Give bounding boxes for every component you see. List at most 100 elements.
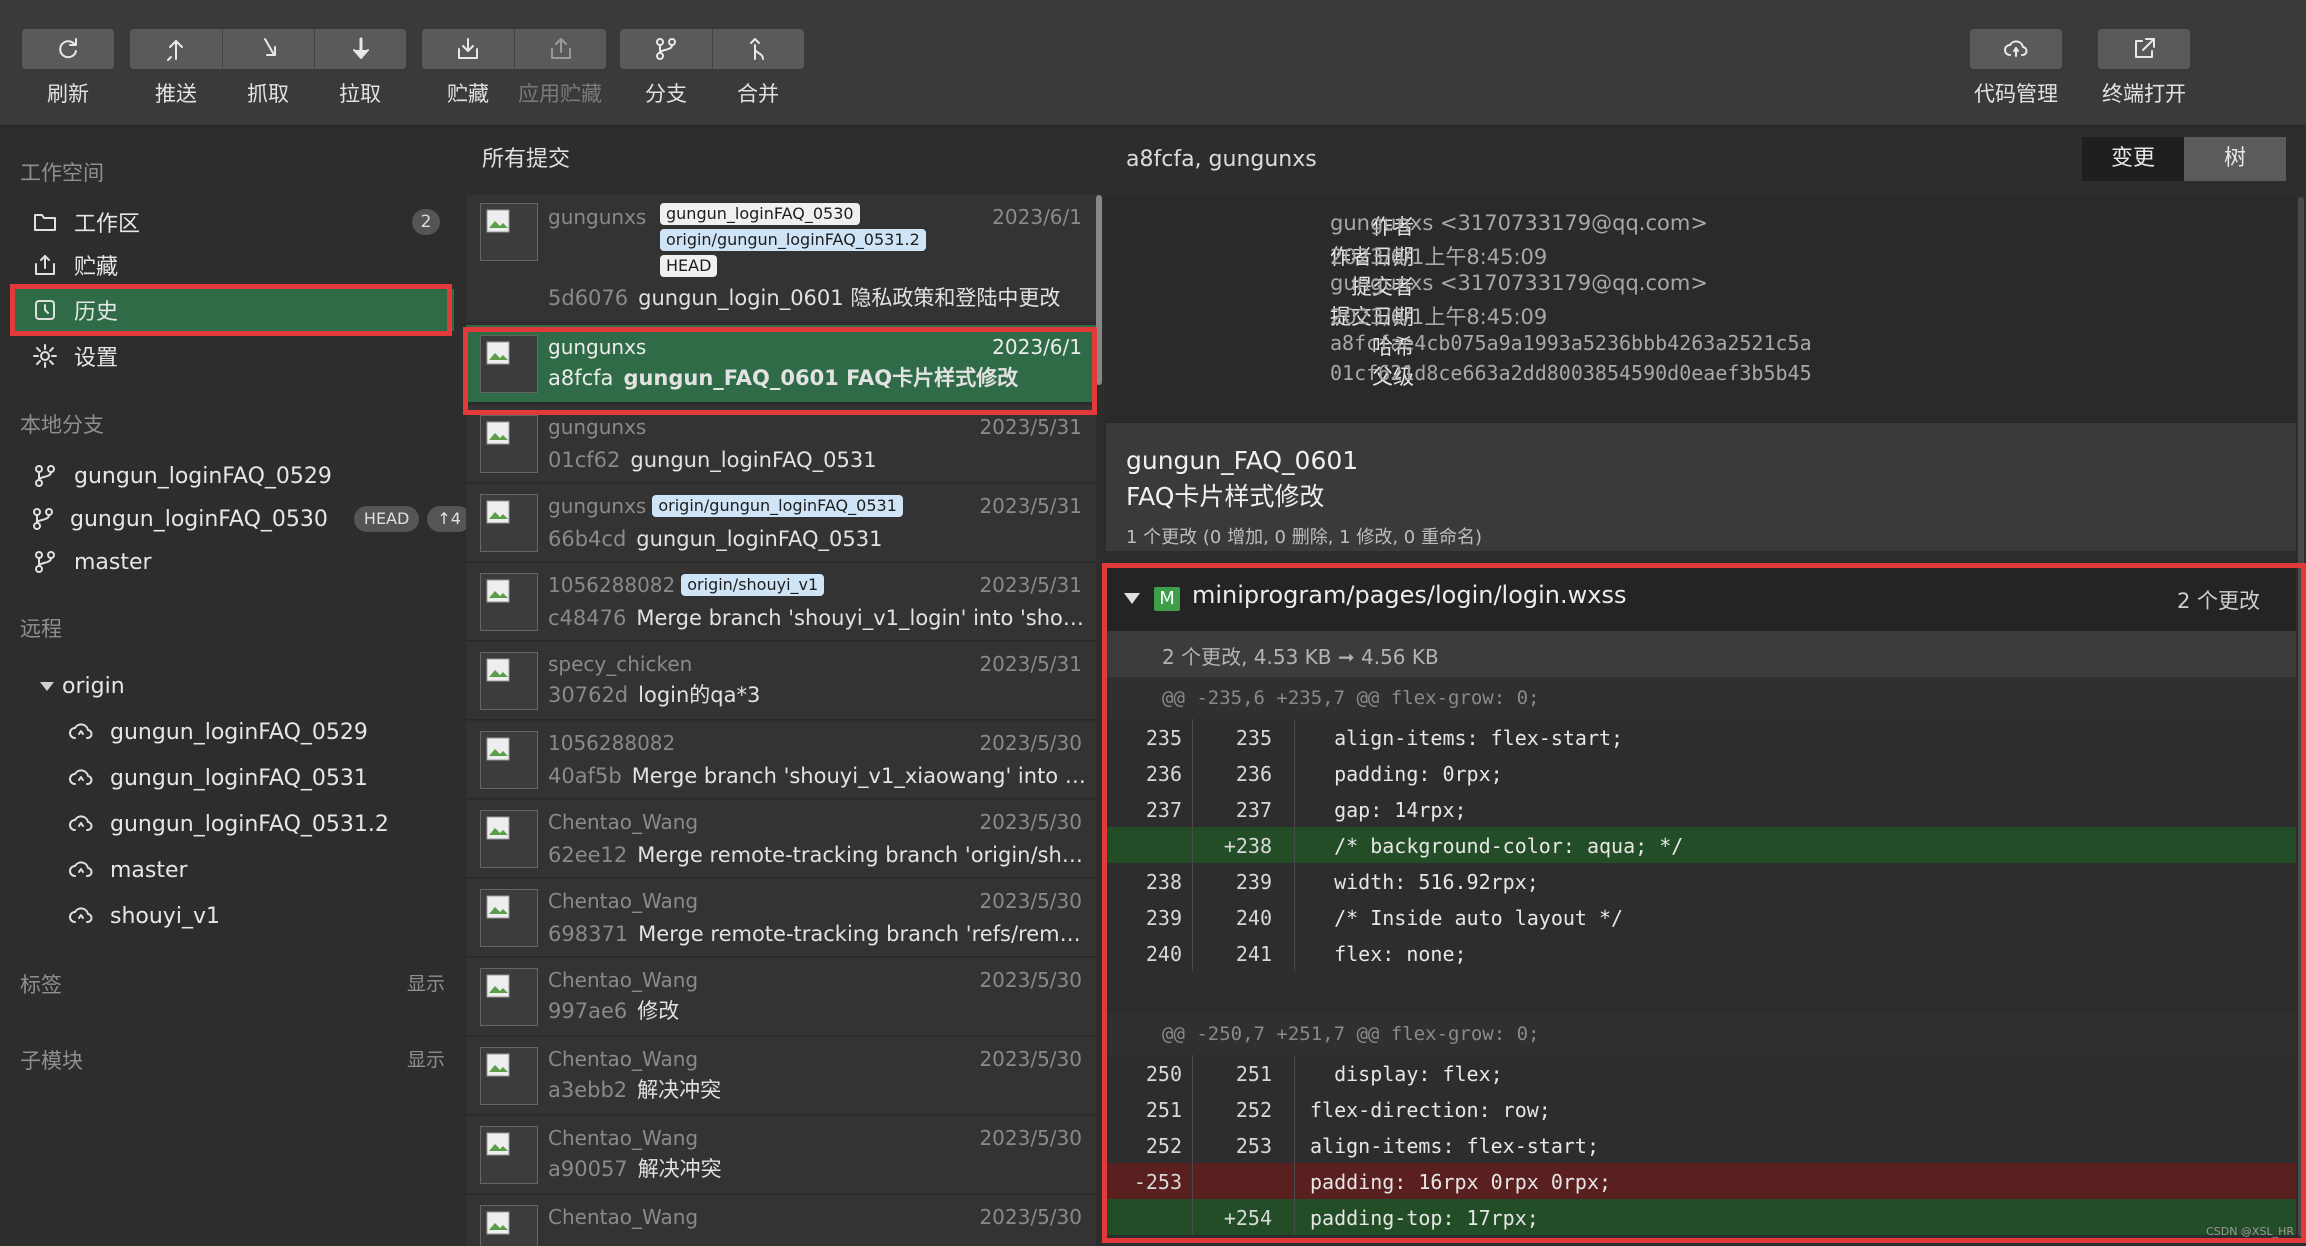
fetch-icon xyxy=(263,38,276,56)
commit-hash: a90057 xyxy=(548,1157,628,1181)
sidebar-item-stash[interactable]: 贮藏 xyxy=(14,244,454,286)
avatar xyxy=(480,968,538,1026)
commit-message-line: 66b4cd gungun_loginFAQ_0531 xyxy=(548,527,1088,551)
broken-image-icon xyxy=(486,816,510,840)
commit-row[interactable]: Chentao_Wang 2023/5/30 a90057 解决冲突 xyxy=(466,1116,1096,1194)
code-management-button[interactable]: 代码管理 xyxy=(1970,29,2062,108)
commit-message: gungun_login_0601 隐私政策和登陆中更改 xyxy=(638,286,1061,310)
broken-image-icon xyxy=(486,421,510,445)
commit-row[interactable]: gungunxs gungun_loginFAQ_0530 origin/gun… xyxy=(466,195,1096,323)
remote-branch-item[interactable]: shouyi_v1 xyxy=(50,895,450,937)
cloud-icon xyxy=(66,855,96,885)
broken-image-icon xyxy=(486,895,510,919)
local-branch-item[interactable]: gungun_loginFAQ_0529 xyxy=(14,455,454,497)
commit-message-line: 62ee12 Merge remote-tracking branch 'orig… xyxy=(548,843,1088,867)
pull-button[interactable]: 拉取 xyxy=(314,29,406,108)
fetch-button[interactable]: 抓取 xyxy=(222,29,314,108)
remote-branch-item[interactable]: gungun_loginFAQ_0529 xyxy=(50,711,450,753)
meta-row-parent: 父级 01cf621d8ce663a2dd8003854590d0eaef3b5… xyxy=(1106,361,2296,391)
sidebar-item-worktree[interactable]: 工作区 2 xyxy=(14,201,454,243)
terminal-open-button[interactable]: 终端打开 xyxy=(2098,29,2190,108)
diff-spacer xyxy=(1106,971,2296,1013)
sidebar-item-settings[interactable]: 设置 xyxy=(14,335,454,377)
commit-date: 2023/6/1 xyxy=(992,205,1082,229)
commit-row[interactable]: Chentao_Wang 2023/5/30 62ee12 Merge remot… xyxy=(466,800,1096,878)
remote-branch-item[interactable]: gungun_loginFAQ_0531 xyxy=(50,757,450,799)
commit-row[interactable]: 1056288082 origin/shouyi_v1 2023/5/31 c48… xyxy=(466,563,1096,641)
tree-view-button[interactable]: 树 xyxy=(2184,137,2286,181)
commit-hash: 997ae6 xyxy=(548,999,628,1023)
commit-author: specy_chicken xyxy=(548,652,693,676)
commit-hash: a3ebb2 xyxy=(548,1078,628,1102)
commit-hash: c48476 xyxy=(548,606,627,630)
toolbar-group-refresh: 刷新 xyxy=(22,29,114,108)
tags-show-link[interactable]: 显示 xyxy=(407,969,445,996)
commit-row[interactable]: Chentao_Wang 2023/5/30 997ae6 修改 xyxy=(466,958,1096,1036)
diff-hunk-header: @@ -235,6 +235,7 @@ flex-grow: 0; xyxy=(1106,677,2296,719)
local-branch-item[interactable]: master xyxy=(14,541,454,583)
commit-message: login的qa*3 xyxy=(638,683,761,707)
pull-icon xyxy=(352,37,369,59)
commit-hash: 01cf62 xyxy=(548,448,621,472)
collapse-caret-icon[interactable] xyxy=(1124,593,1140,604)
avatar xyxy=(480,1205,538,1246)
commit-hash: 30762d xyxy=(548,683,629,707)
ahead-count-badge: ↑4 xyxy=(427,506,471,532)
commit-row[interactable]: Chentao_Wang 2023/5/30 a3ebb2 解决冲突 xyxy=(466,1037,1096,1115)
commit-row[interactable]: gungunxs origin/gungun_loginFAQ_0531 2023… xyxy=(466,484,1096,562)
meta-row-author-date: 作者日期 2023/6/1上午8:45:09 xyxy=(1106,241,2296,271)
remote-branch-item[interactable]: gungun_loginFAQ_0531.2 xyxy=(50,803,450,845)
view-toggle: 变更 树 xyxy=(2082,137,2286,181)
branch-button[interactable]: 分支 xyxy=(620,29,712,108)
broken-image-icon xyxy=(486,1132,510,1156)
sidebar-item-history[interactable]: 历史 xyxy=(14,289,454,331)
commit-message-line: a8fcfa gungun_FAQ_0601 FAQ卡片样式修改 xyxy=(548,362,1088,392)
remote-branch-item[interactable]: master xyxy=(50,849,450,891)
commit-list-panel: 所有提交 gungunxs gungun_loginFAQ_0530 origi… xyxy=(466,127,1104,1246)
stash-button[interactable]: 贮藏 xyxy=(422,29,514,108)
commit-row-selected[interactable]: gungunxs 2023/6/1 a8fcfa gungun_FAQ_0601 … xyxy=(466,325,1096,403)
avatar xyxy=(480,889,538,947)
avatar xyxy=(480,1047,538,1105)
commit-hash: 40af5b xyxy=(548,764,622,788)
refresh-button[interactable]: 刷新 xyxy=(22,29,114,108)
commit-row[interactable]: gungunxs 2023/5/31 01cf62 gungun_loginFAQ… xyxy=(466,405,1096,483)
remote-origin-toggle[interactable]: origin xyxy=(24,665,464,707)
commit-row[interactable]: 1056288082 2023/5/30 40af5b Merge branch … xyxy=(466,721,1096,799)
commit-row[interactable]: specy_chicken 2023/5/31 30762d login的qa*3 xyxy=(466,642,1096,720)
commit-row[interactable]: Chentao_Wang 2023/5/30 698371 Merge remot… xyxy=(466,879,1096,957)
detail-scrollbar[interactable] xyxy=(2298,197,2304,1237)
branch-icon xyxy=(30,547,60,577)
commit-hash: 698371 xyxy=(548,922,629,946)
parent-hash-link[interactable]: 01cf621d8ce663a2dd8003854590d0eaef3b5b45 xyxy=(1330,361,1812,385)
file-diff-header[interactable]: M miniprogram/pages/login/login.wxss 2 个… xyxy=(1106,567,2296,631)
commit-author: 1056288082 origin/shouyi_v1 xyxy=(548,573,825,597)
external-link-icon xyxy=(2135,38,2155,58)
branch-label: gungun_loginFAQ_0530 xyxy=(70,506,328,532)
branch-tag: origin/shouyi_v1 xyxy=(681,574,825,596)
avatar xyxy=(480,203,538,261)
branch-icon xyxy=(656,38,676,60)
commit-subject-line: FAQ卡片样式修改 xyxy=(1126,482,1325,511)
commit-row[interactable]: Chentao_Wang 2023/5/30 xyxy=(466,1195,1096,1246)
branch-tag: gungun_loginFAQ_0530 xyxy=(660,203,860,225)
merge-button[interactable]: 合并 xyxy=(712,29,804,108)
file-size-change: 2 个更改, 4.53 KB ➞ 4.56 KB xyxy=(1162,645,1439,669)
sidebar-item-label: 历史 xyxy=(74,300,119,325)
toolbar-group-stash: 贮藏 应用贮藏 xyxy=(422,29,606,108)
tags-section-title: 标签 xyxy=(20,973,62,997)
changes-view-button[interactable]: 变更 xyxy=(2082,137,2184,181)
commit-hash-full[interactable]: a8fcfae4cb075a9a1993a5236bbb4263a2521c5a xyxy=(1330,331,1812,355)
push-button[interactable]: 推送 xyxy=(130,29,222,108)
commit-list-scrollbar[interactable] xyxy=(1096,195,1102,385)
refresh-icon xyxy=(59,38,77,59)
change-stats: 1 个更改 (0 增加, 0 删除, 1 修改, 0 重命名) xyxy=(1126,527,1482,548)
diff-line: 237 237 gap: 14rpx; xyxy=(1106,791,2296,827)
apply-stash-button[interactable]: 应用贮藏 xyxy=(514,29,606,108)
submodules-show-link[interactable]: 显示 xyxy=(407,1045,445,1072)
commit-date: 2023/5/30 xyxy=(979,1047,1082,1071)
avatar xyxy=(480,810,538,868)
broken-image-icon xyxy=(486,500,510,524)
local-branch-item[interactable]: gungun_loginFAQ_0530 HEAD ↑4 xyxy=(14,498,471,540)
commit-list-header: 所有提交 xyxy=(482,147,571,172)
